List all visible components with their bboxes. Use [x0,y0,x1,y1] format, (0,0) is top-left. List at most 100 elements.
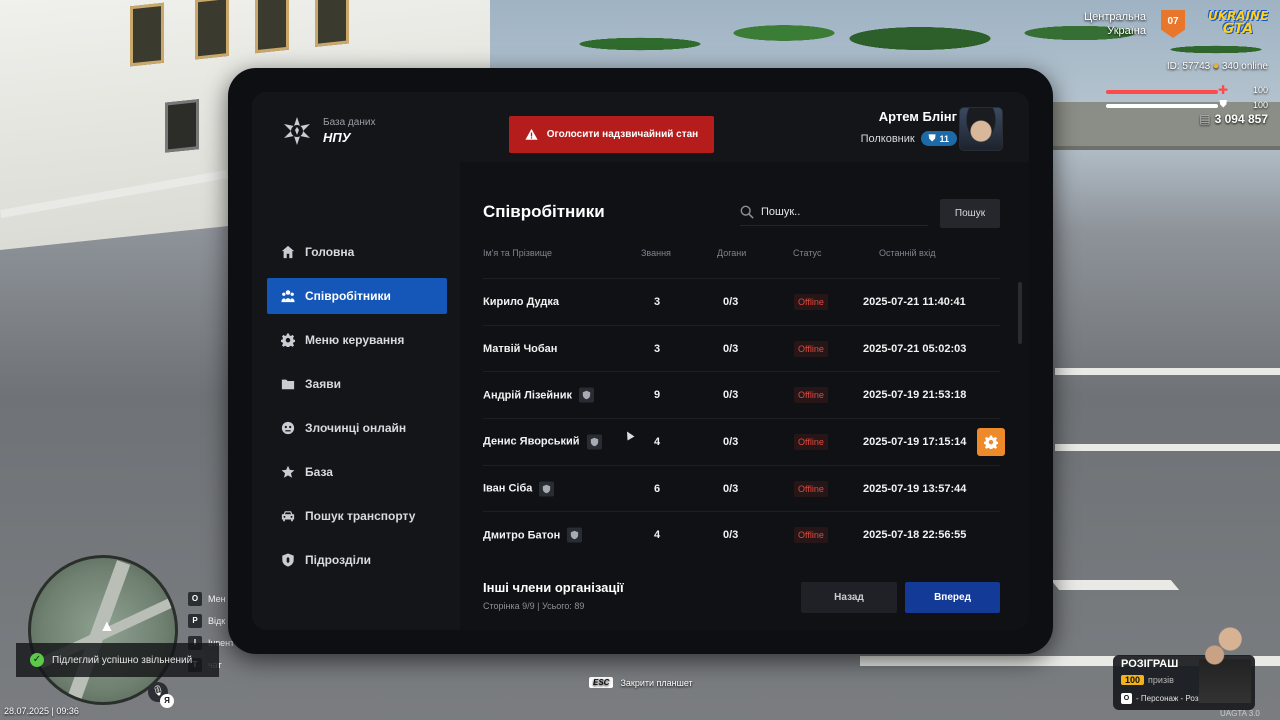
money: ▤ 3 094 857 [1199,112,1268,126]
raffle-characters [1199,623,1251,703]
sidebar-item-criminals-online[interactable]: Злочинці онлайн [267,410,447,446]
employee-warnings: 0/3 [723,435,739,448]
road-marking [1055,368,1280,375]
shield-icon [586,434,602,450]
home-icon [281,245,295,259]
esc-hint[interactable]: ESC Закрити планшет [589,677,693,688]
employee-settings-button[interactable] [977,427,1005,456]
health-bar [1106,90,1218,94]
employee-rank: 3 [653,295,661,308]
status-badge: Offline [794,293,828,310]
next-button[interactable]: Вперед [905,582,1000,613]
shield-icon [539,481,555,497]
player-id-online: ID: 57743 ● 340 online [1167,61,1268,72]
declare-emergency-button[interactable]: Оголосити надзвичайний стан [509,116,714,153]
table-header: Ім'я та Прізвище Звання Догани Статус Ос… [483,248,1000,264]
table-row[interactable]: Матвій Чобан 3 0/3 Offline 2025-07-21 05… [483,324,1000,372]
status-badge: Offline [794,480,828,497]
sidebar-item-divisions[interactable]: Підрозділи [267,542,447,578]
employee-rank: 9 [653,389,661,402]
status-badge: Offline [794,387,828,404]
shield-icon [567,527,583,543]
notification-toast: ✓ Підлеглий успішно звільнений [16,643,219,677]
avatar [959,107,1003,151]
table-row[interactable]: Андрій Лізейник 9 0/3 Offline 2025-07-19… [483,371,1000,418]
esc-label: Закрити планшет [620,677,693,688]
shield-icon [282,553,294,567]
last-login: 2025-07-21 11:40:41 [863,295,966,308]
alarm-label: Оголосити надзвичайний стан [546,129,699,140]
last-login: 2025-07-21 05:02:03 [863,342,967,355]
folder-icon [281,379,295,390]
toast-text: Підлеглий успішно звільнений [52,654,193,666]
key-icon: O [1121,693,1132,704]
sidebar-item-label: Співробітники [305,289,391,303]
search-button[interactable]: Пошук [940,199,1000,228]
brand-subtitle: База даних [323,117,376,128]
people-icon [281,290,295,303]
user-info: Артем Блінг Полковник ⛊ 11 [861,109,957,146]
employee-rank: 6 [653,482,661,495]
heart-icon: ✚ [1217,83,1228,97]
esc-key: ESC [589,677,614,688]
sidebar-item-label: Заяви [305,377,341,391]
search-box [740,199,928,226]
warning-icon [525,128,538,140]
search-input[interactable] [761,206,911,218]
car-icon [281,511,295,522]
armor-value: 100 [1252,100,1268,110]
player-arrow-icon: ▲ [99,618,115,635]
employee-warnings: 0/3 [723,529,739,542]
footer-title: Інші члени організації [483,580,624,595]
back-button[interactable]: Назад [801,582,897,613]
gear-icon [281,333,295,347]
employee-name: Матвій Чобан [483,342,558,355]
table-row[interactable]: Іван Сіба 6 0/3 Offline 2025-07-19 13:57… [483,464,1000,512]
page-title: Співробітники [483,202,605,221]
last-login: 2025-07-19 13:57:44 [863,482,967,495]
employee-name: Андрій Лізейник [483,387,595,403]
last-login: 2025-07-18 22:56:55 [863,529,967,542]
sidebar-item-database[interactable]: База [267,454,447,490]
scrollbar[interactable] [1018,282,1022,344]
status-badge: Offline [794,527,828,544]
employee-rank: 4 [653,529,661,542]
road-marking [1055,444,1280,451]
search-icon [740,205,754,219]
sidebar-item-employees[interactable]: Співробітники [267,278,447,314]
table-row[interactable]: Кирило Дудка 3 0/3 Offline 2025-07-21 11… [483,278,1000,325]
user-rank-row: Полковник ⛊ 11 [861,131,957,146]
employee-rank: 3 [653,342,661,355]
sidebar-item-home[interactable]: Головна [267,234,447,270]
sidebar-item-vehicle-search[interactable]: Пошук транспорту [267,498,447,534]
gear-icon [984,435,998,449]
user-level-badge: ⛊ 11 [920,131,957,146]
table-row[interactable]: Денис Яворський 4 0/3 Offline 2025-07-19… [483,418,1005,465]
money-icon: ▤ [1199,112,1211,126]
column-header: Статус [793,248,822,258]
city-name: Центральна [1084,11,1146,23]
table-row[interactable]: Дмитро Батон 4 0/3 Offline 2025-07-18 22… [483,511,1000,558]
online-count: 340 online [1221,61,1268,72]
employee-name: Кирило Дудка [483,295,559,308]
sidebar-item-label: Головна [305,245,355,259]
sidebar-item-label: Злочинці онлайн [305,421,407,435]
shield-icon: ⛊ [928,133,936,143]
country-name: Україна [1107,25,1146,37]
employee-warnings: 0/3 [723,482,739,495]
sidebar-item-control-menu[interactable]: Меню керування [267,322,447,358]
health-value: 100 [1252,85,1268,95]
sidebar-item-label: База [305,465,333,479]
sidebar-item-applications[interactable]: Заяви [267,366,447,402]
status-badge: Offline [794,433,828,450]
last-login: 2025-07-19 21:53:18 [863,389,967,402]
column-header: Ім'я та Прізвище [483,248,553,258]
online-icon: ● [1213,61,1220,72]
datetime: 28.07.2025 | 09:36 [4,706,79,716]
sidebar-item-label: Меню керування [305,333,405,347]
raffle-widget[interactable]: РОЗІГРАШ 100 призів O- Персонаж - Розігра… [1113,623,1255,710]
check-icon: ✓ [30,653,44,667]
game-logo: UKRAINE GTA [1208,9,1269,37]
employee-rank: 4 [653,435,661,448]
hud-location: Центральна Україна [1084,10,1146,38]
